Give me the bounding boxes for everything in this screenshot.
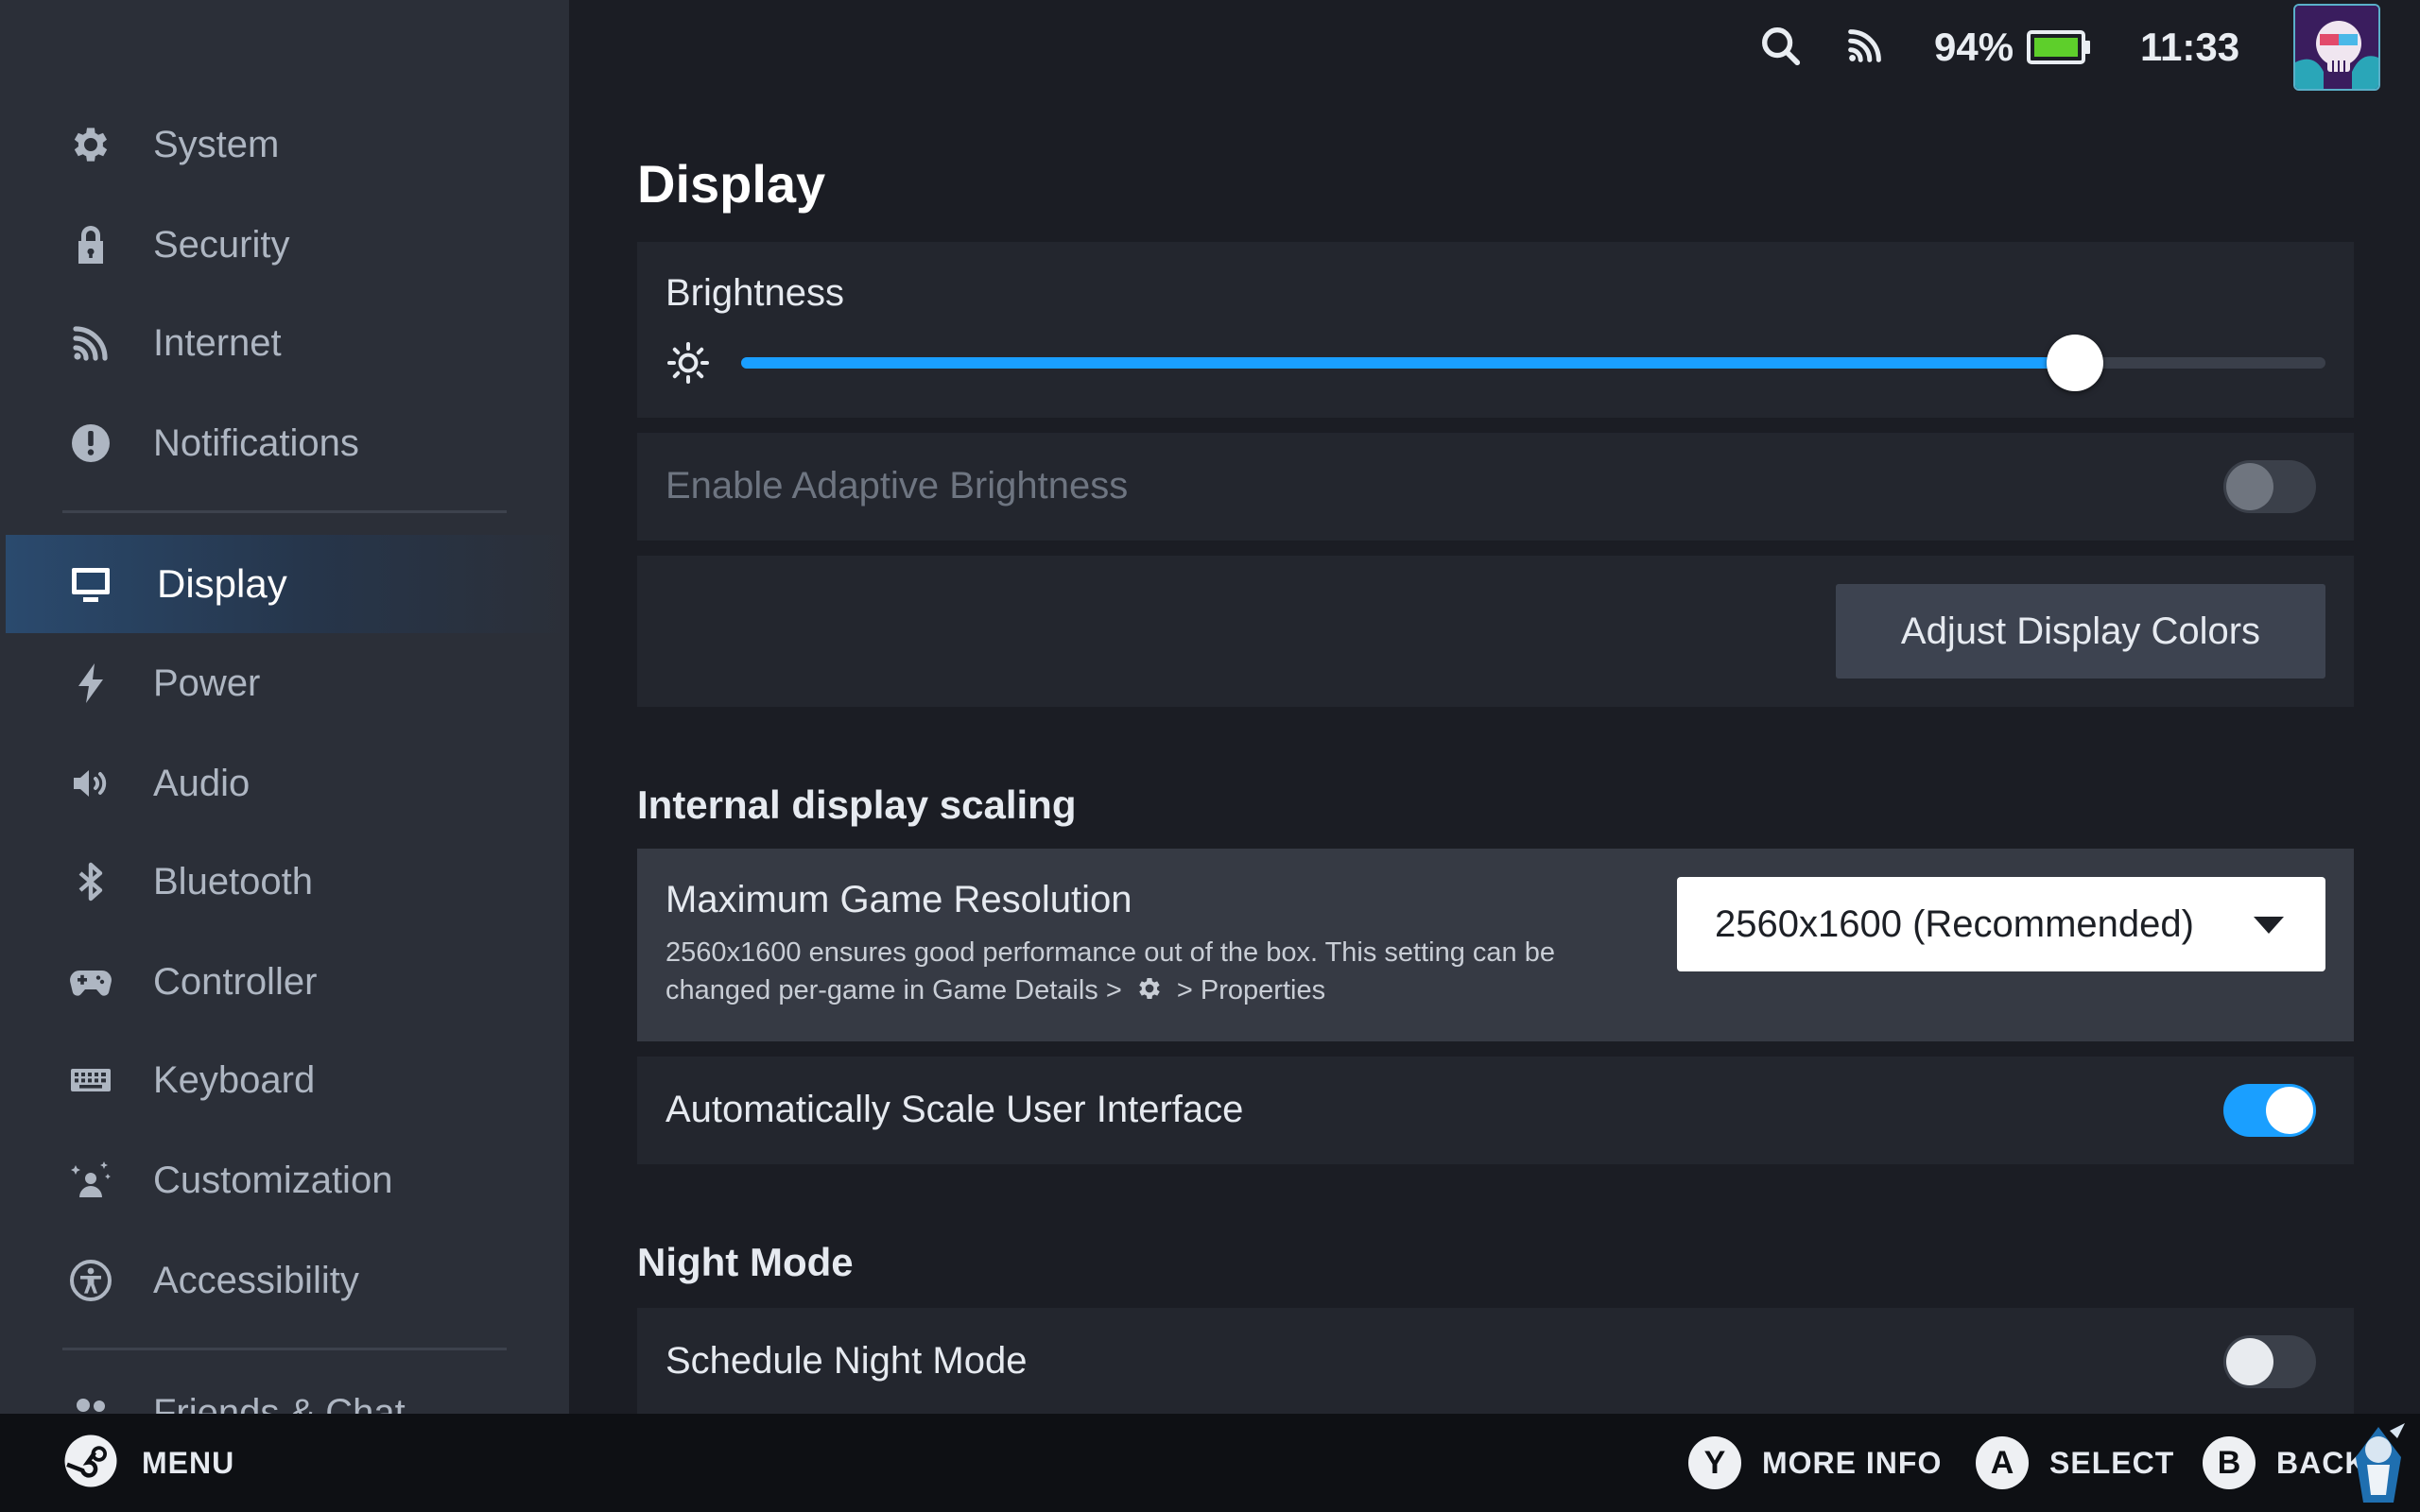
bluetooth-icon [64,855,117,908]
desc-part1: 2560x1600 ensures good performance out o… [666,937,1555,1005]
sidebar-divider [62,1348,507,1350]
max-resolution-label: Maximum Game Resolution [666,879,1132,920]
select-button[interactable]: A SELECT [1976,1414,2174,1512]
desc-part2: > Properties [1176,975,1326,1005]
gamepad-icon [64,955,117,1008]
lightning-icon [64,657,117,710]
sidebar-item-label: Audio [153,762,251,804]
schedule-night-mode-label: Schedule Night Mode [666,1340,1028,1382]
sidebar-item-keyboard[interactable]: Keyboard [0,1032,569,1128]
resolution-dropdown-value: 2560x1600 (Recommended) [1715,902,2194,945]
menu-button[interactable]: MENU [62,1414,234,1512]
gear-icon [64,118,117,171]
gear-icon [1135,974,1164,1013]
lock-icon [64,218,117,271]
brightness-label: Brightness [666,272,844,314]
sidebar-item-label: Accessibility [153,1259,359,1301]
more-info-label: MORE INFO [1762,1445,1943,1480]
sidebar-item-bluetooth[interactable]: Bluetooth [0,833,569,930]
more-info-button[interactable]: Y MORE INFO [1688,1414,1942,1512]
sidebar-item-label: Friends & Chat [153,1391,406,1415]
chevron-down-icon [2254,917,2284,934]
sidebar-item-label: Notifications [153,421,359,464]
auto-scale-row: Automatically Scale User Interface [637,1057,2354,1164]
sidebar-item-label: Internet [153,321,282,364]
brightness-slider-thumb[interactable] [2047,335,2104,391]
adaptive-brightness-toggle[interactable] [2223,460,2316,513]
speaker-icon [64,757,117,810]
sidebar-item-label: System [153,123,280,165]
max-resolution-description: 2560x1600 ensures good performance out o… [666,934,1649,1013]
schedule-night-mode-row: Schedule Night Mode [637,1308,2354,1414]
sidebar-item-system[interactable]: System [0,96,569,193]
sidebar: System Security Internet Notifications D… [0,0,569,1414]
sidebar-item-label: Display [157,561,287,606]
sidebar-item-controller[interactable]: Controller [0,934,569,1030]
page-title: Display [637,154,826,214]
battery-percent: 94% [1934,25,2014,69]
a-button-icon: A [1976,1436,2029,1489]
sidebar-item-label: Customization [153,1159,393,1201]
mascot-icon [2341,1419,2416,1512]
display-colors-row: Adjust Display Colors [637,556,2354,707]
steam-logo-icon [62,1433,119,1494]
keyboard-icon [64,1054,117,1107]
sidebar-item-internet[interactable]: Internet [0,295,569,391]
sidebar-item-display[interactable]: Display [6,535,569,633]
y-button-icon: Y [1688,1436,1741,1489]
sidebar-item-customization[interactable]: Customization [0,1132,569,1228]
sidebar-item-security[interactable]: Security [0,197,569,293]
battery-icon [2027,21,2091,74]
b-button-icon: B [2203,1436,2256,1489]
main-content: Display Brightness Enable Adaptive Brigh… [569,94,2420,1414]
sidebar-item-label: Bluetooth [153,860,314,902]
brightness-slider[interactable] [741,335,2325,391]
sidebar-item-label: Controller [153,960,318,1003]
select-label: SELECT [2049,1445,2175,1480]
friends-icon [64,1386,117,1414]
brightness-slider-fill [741,357,2076,369]
sidebar-item-friends-chat[interactable]: Friends & Chat [0,1365,569,1414]
sidebar-item-notifications[interactable]: Notifications [0,395,569,491]
sidebar-item-label: Security [153,223,290,266]
sidebar-item-label: Power [153,662,261,704]
auto-scale-toggle[interactable] [2223,1084,2316,1137]
search-icon [1758,24,1802,72]
sidebar-item-power[interactable]: Power [0,635,569,731]
sparkle-person-icon [64,1154,117,1207]
sidebar-item-audio[interactable]: Audio [0,735,569,832]
adaptive-brightness-label: Enable Adaptive Brightness [666,465,1129,507]
sun-icon [666,340,711,390]
brightness-panel: Brightness [637,242,2354,418]
alert-icon [64,417,117,470]
adaptive-brightness-row: Enable Adaptive Brightness [637,433,2354,541]
bottom-bar: MENU Y MORE INFO A SELECT B BACK [0,1414,2420,1512]
wifi-icon [1843,24,1887,72]
auto-scale-label: Automatically Scale User Interface [666,1089,1244,1130]
search-button[interactable] [1758,21,1802,74]
clock: 11:33 [2140,25,2240,69]
accessibility-icon [64,1254,117,1307]
schedule-night-mode-toggle[interactable] [2223,1335,2316,1388]
monitor-icon [64,558,117,610]
sidebar-item-accessibility[interactable]: Accessibility [0,1232,569,1329]
section-title-scaling: Internal display scaling [637,782,1077,827]
sidebar-divider [62,510,507,513]
avatar[interactable] [2293,4,2380,91]
adjust-display-colors-button[interactable]: Adjust Display Colors [1836,584,2325,679]
menu-label: MENU [142,1445,235,1480]
network-status[interactable] [1843,21,1887,74]
section-title-night-mode: Night Mode [637,1240,854,1284]
resolution-dropdown[interactable]: 2560x1600 (Recommended) [1677,877,2325,971]
sidebar-item-label: Keyboard [153,1058,316,1101]
max-resolution-row: Maximum Game Resolution 2560x1600 ensure… [637,849,2354,1041]
wifi-icon [64,317,117,369]
